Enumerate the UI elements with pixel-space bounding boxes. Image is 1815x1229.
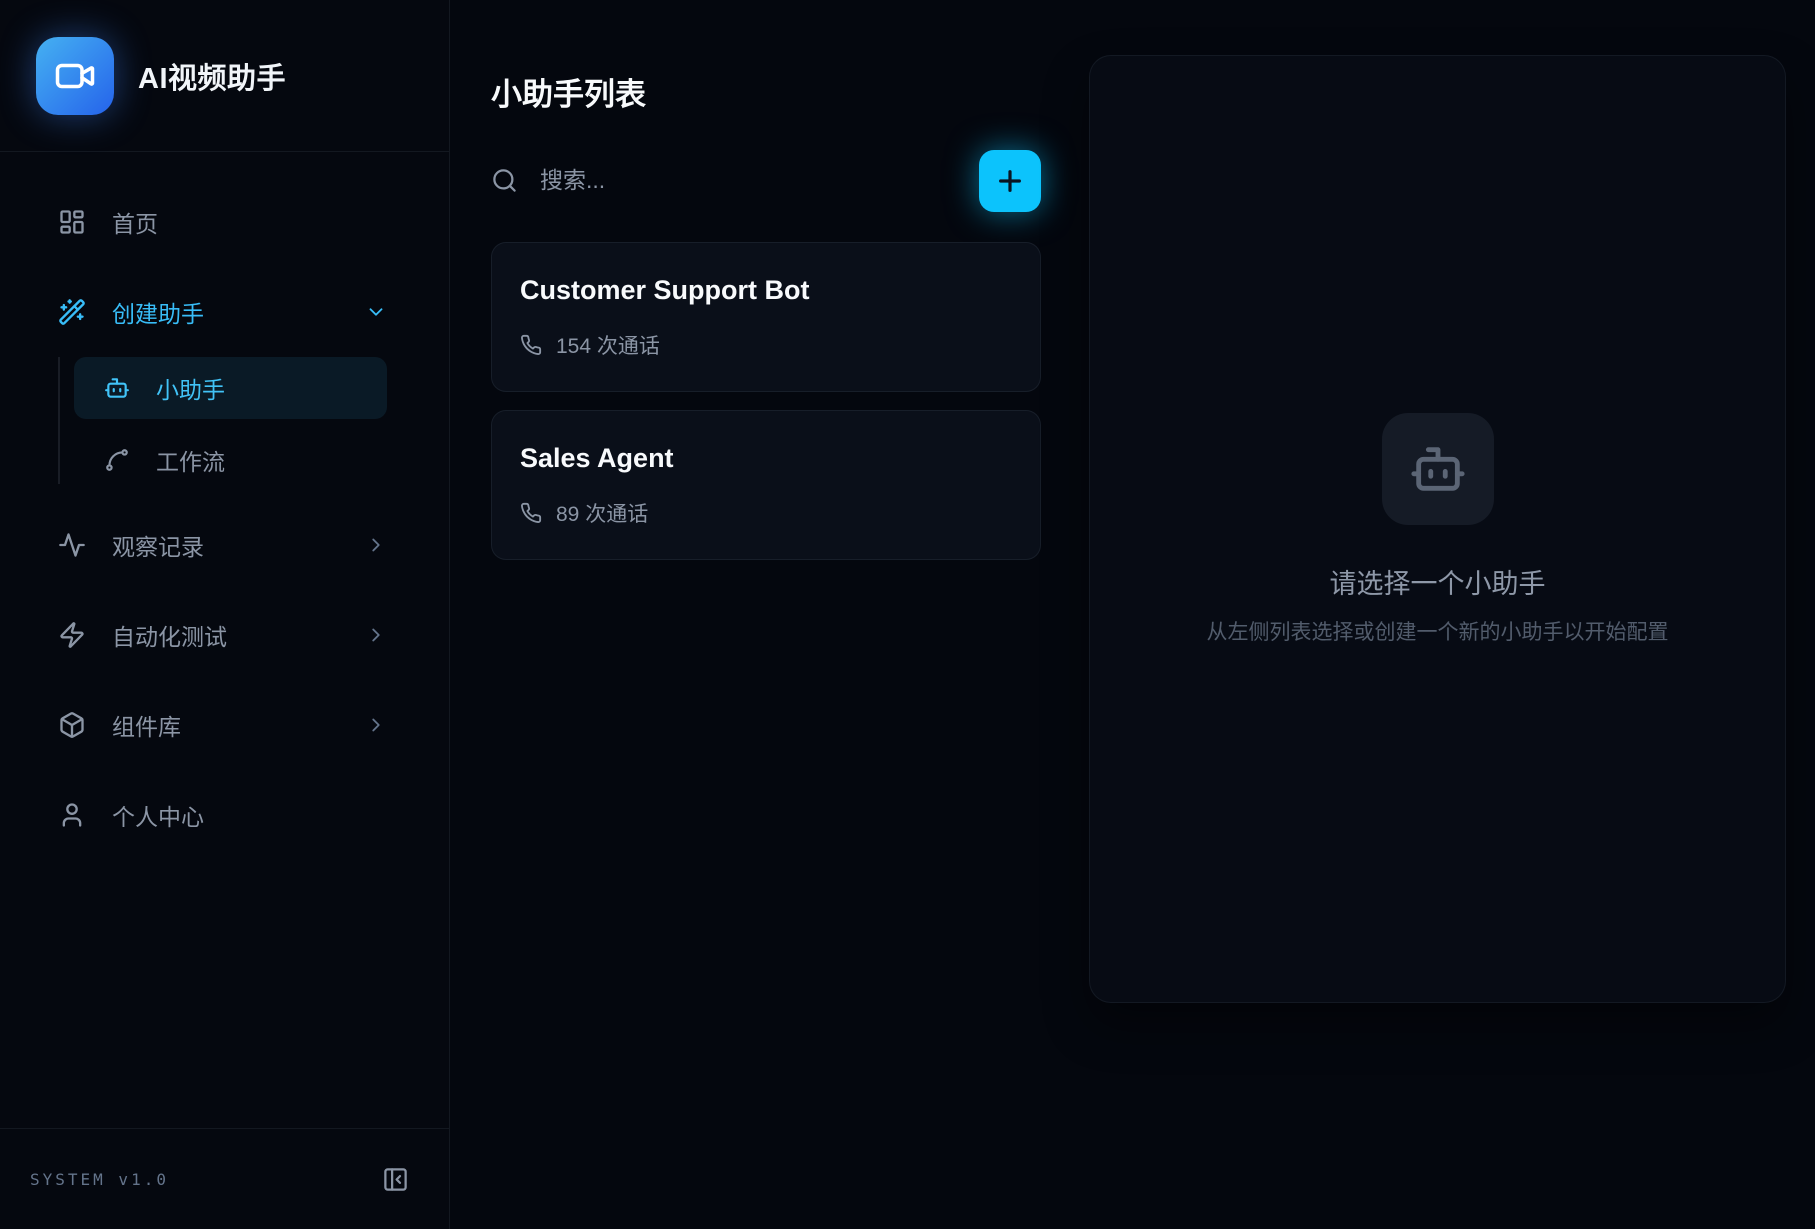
sidebar-header: AI视频助手 <box>0 0 449 152</box>
sidebar-item-autotest[interactable]: 自动化测试 <box>58 611 387 659</box>
sidebar-footer: SYSTEM v1.0 <box>0 1128 449 1229</box>
spline-icon <box>104 447 130 473</box>
sidebar-subitem-label: 小助手 <box>156 371 225 405</box>
sidebar-item-label: 观察记录 <box>112 528 204 562</box>
add-assistant-button[interactable] <box>979 150 1041 212</box>
phone-icon <box>520 334 542 356</box>
empty-state-title: 请选择一个小助手 <box>1330 562 1546 601</box>
sidebar-collapse-button[interactable] <box>382 1166 409 1193</box>
activity-icon <box>58 531 86 559</box>
system-version: SYSTEM v1.0 <box>30 1170 169 1189</box>
sidebar-item-label: 自动化测试 <box>112 618 227 652</box>
sidebar-item-label: 创建助手 <box>112 295 204 329</box>
bot-icon <box>104 375 130 401</box>
app-title: AI视频助手 <box>138 55 286 97</box>
sidebar: AI视频助手 首页 创建助手 <box>0 0 450 1229</box>
main-content: 小助手列表 Customer Support Bo <box>450 0 1815 1229</box>
search-row <box>491 150 1041 212</box>
create-assistant-submenu: 小助手 工作流 <box>58 357 387 484</box>
sidebar-item-create-assistant[interactable]: 创建助手 <box>58 288 387 336</box>
call-count: 154 次通话 <box>556 330 660 360</box>
assistant-card[interactable]: Sales Agent 89 次通话 <box>491 410 1041 560</box>
plus-icon <box>994 165 1026 197</box>
sidebar-subitem-workflow[interactable]: 工作流 <box>74 436 387 484</box>
app-logo <box>36 37 114 115</box>
sidebar-subitem-assistant[interactable]: 小助手 <box>74 357 387 419</box>
sidebar-subitem-label: 工作流 <box>156 443 225 477</box>
sidebar-nav: 首页 创建助手 小助手 <box>0 152 449 1128</box>
chevron-right-icon <box>365 624 387 646</box>
search-box <box>491 166 979 195</box>
zap-icon <box>58 621 86 649</box>
panel-left-close-icon <box>382 1166 409 1193</box>
bot-icon <box>1409 440 1467 498</box>
assistant-name: Customer Support Bot <box>520 275 1012 306</box>
call-count: 89 次通话 <box>556 498 648 528</box>
chevron-right-icon <box>365 714 387 736</box>
chevron-right-icon <box>365 534 387 556</box>
video-camera-icon <box>54 55 96 97</box>
search-input[interactable] <box>538 166 838 195</box>
dashboard-icon <box>58 208 86 236</box>
page-title: 小助手列表 <box>491 76 1041 114</box>
box-icon <box>58 711 86 739</box>
sidebar-item-home[interactable]: 首页 <box>58 198 387 246</box>
search-icon <box>491 167 518 194</box>
user-icon <box>58 801 86 829</box>
sidebar-item-records[interactable]: 观察记录 <box>58 521 387 569</box>
phone-icon <box>520 502 542 524</box>
sidebar-item-components[interactable]: 组件库 <box>58 701 387 749</box>
assistant-cards: Customer Support Bot 154 次通话 Sales Agent <box>491 242 1041 560</box>
empty-state-subtitle: 从左侧列表选择或创建一个新的小助手以开始配置 <box>1207 616 1669 646</box>
assistant-card[interactable]: Customer Support Bot 154 次通话 <box>491 242 1041 392</box>
sidebar-item-label: 个人中心 <box>112 798 204 832</box>
assistant-name: Sales Agent <box>520 443 1012 474</box>
assistant-list-column: 小助手列表 Customer Support Bo <box>491 0 1041 1229</box>
sidebar-item-profile[interactable]: 个人中心 <box>58 791 387 839</box>
wand-sparkles-icon <box>58 298 86 326</box>
assistant-detail-panel: 请选择一个小助手 从左侧列表选择或创建一个新的小助手以开始配置 <box>1089 55 1786 1003</box>
sidebar-item-label: 首页 <box>112 205 158 239</box>
assistant-meta: 154 次通话 <box>520 330 1012 360</box>
assistant-meta: 89 次通话 <box>520 498 1012 528</box>
sidebar-item-label: 组件库 <box>112 708 181 742</box>
chevron-down-icon <box>365 301 387 323</box>
empty-state-icon-box <box>1382 413 1494 525</box>
